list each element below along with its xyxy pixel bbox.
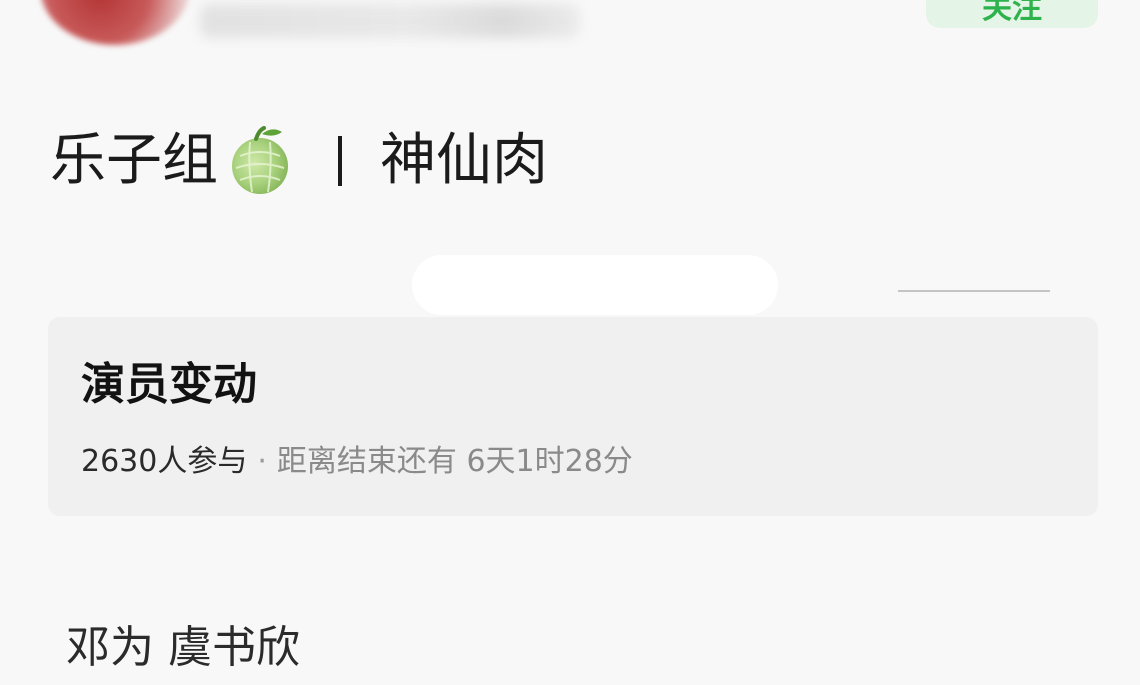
post-page: 关注 乐子组 神仙肉 演员变动 2630人参与 · 距离结束还有 6天1时28分 — [0, 0, 1140, 685]
follow-button[interactable]: 关注 — [926, 0, 1098, 28]
divider-line — [898, 290, 1050, 292]
title-separator — [338, 136, 342, 186]
poll-card[interactable]: 演员变动 2630人参与 · 距离结束还有 6天1时28分 — [48, 317, 1098, 516]
title-left-text: 乐子组 — [50, 128, 218, 193]
poll-status: 2630人参与 · 距离结束还有 6天1时28分 — [81, 447, 633, 477]
post-title: 乐子组 神仙肉 — [50, 126, 548, 196]
redacted-area — [412, 255, 778, 315]
poll-title: 演员变动 — [81, 359, 257, 410]
post-body-text: 邓为 虞书欣 — [66, 622, 300, 673]
melon-icon — [232, 126, 288, 194]
poll-participants: 2630人参与 — [81, 444, 248, 479]
poll-remaining-time: 距离结束还有 6天1时28分 — [276, 444, 633, 479]
author-avatar[interactable] — [40, 0, 190, 45]
follow-button-label: 关注 — [982, 0, 1042, 26]
author-meta-blurred — [200, 4, 580, 38]
title-right-text: 神仙肉 — [380, 128, 548, 193]
poll-dot-separator: · — [257, 444, 267, 479]
